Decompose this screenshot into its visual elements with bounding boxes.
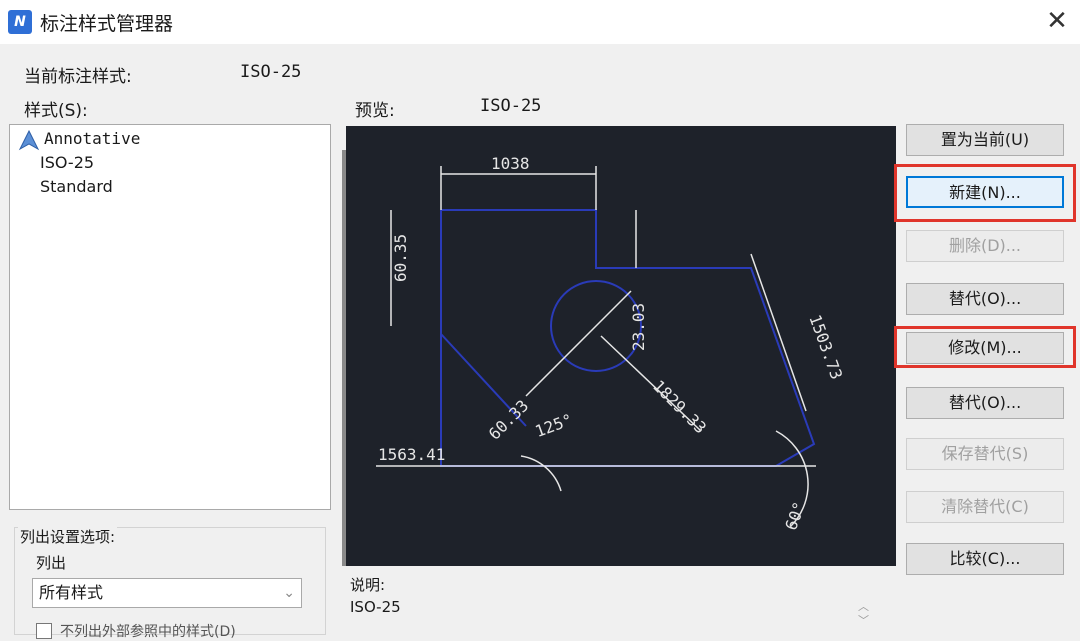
window-title: 标注样式管理器: [40, 13, 174, 35]
exclude-xref-label: 不列出外部参照中的样式(D): [60, 624, 236, 640]
style-item-standard[interactable]: Standard: [40, 177, 113, 196]
preview-label: 预览:: [355, 101, 395, 121]
annotative-icon: [18, 129, 40, 151]
list-group-title: 列出设置选项:: [18, 526, 118, 547]
close-icon[interactable]: ✕: [1040, 4, 1074, 38]
dim-angle: 125°: [532, 410, 575, 441]
list-label: 列出: [36, 554, 67, 572]
preview-style-name: ISO-25: [480, 96, 542, 116]
new-button[interactable]: 新建(N)...: [906, 176, 1064, 208]
dim-diag-left: 60.33: [485, 396, 532, 443]
save-override-button[interactable]: 保存替代(S): [906, 438, 1064, 470]
dim-small: 23.03: [629, 303, 648, 351]
dim-baseline: 1563.41: [378, 445, 445, 464]
styles-label: 样式(S):: [24, 101, 88, 121]
delete-button[interactable]: 删除(D)...: [906, 230, 1064, 262]
description-box: [346, 572, 896, 635]
dim-left-height: 60.35: [391, 234, 410, 282]
dim-width: 1038: [491, 154, 530, 173]
modify-button[interactable]: 修改(M)...: [906, 332, 1064, 364]
style-item-annotative[interactable]: Annotative: [44, 129, 140, 148]
preview-drawing: 1038 60.35 23.03 1829.33 60.33 1503.73 1…: [376, 154, 846, 533]
override-button[interactable]: 替代(O)...: [906, 387, 1064, 419]
dim-diag-right: 1829.33: [649, 376, 710, 437]
description-label: 说明:: [350, 576, 386, 594]
compare-button[interactable]: 比较(C)...: [906, 543, 1064, 575]
style-item-iso25[interactable]: ISO-25: [40, 153, 94, 172]
styles-listbox[interactable]: Annotative ISO-25 Standard: [9, 124, 331, 510]
set-current-button[interactable]: 置为当前(U): [906, 124, 1064, 156]
exclude-xref-checkbox[interactable]: [36, 623, 52, 639]
chevron-down-icon: ⌄: [283, 585, 295, 601]
list-select-value: 所有样式: [39, 583, 104, 602]
preview-canvas: 1038 60.35 23.03 1829.33 60.33 1503.73 1…: [346, 126, 896, 566]
description-scroll-icon[interactable]: ︿ ﹀: [858, 600, 869, 628]
replace-button[interactable]: 替代(O)...: [906, 283, 1064, 315]
dim-slant: 1503.73: [805, 312, 846, 382]
current-style-value: ISO-25: [240, 62, 302, 82]
current-style-label: 当前标注样式:: [24, 67, 132, 87]
list-select[interactable]: 所有样式 ⌄: [32, 578, 302, 608]
app-icon: N: [8, 10, 32, 34]
description-value: ISO-25: [350, 598, 401, 616]
dim-arc: 60°: [781, 499, 809, 533]
clear-override-button[interactable]: 清除替代(C): [906, 491, 1064, 523]
